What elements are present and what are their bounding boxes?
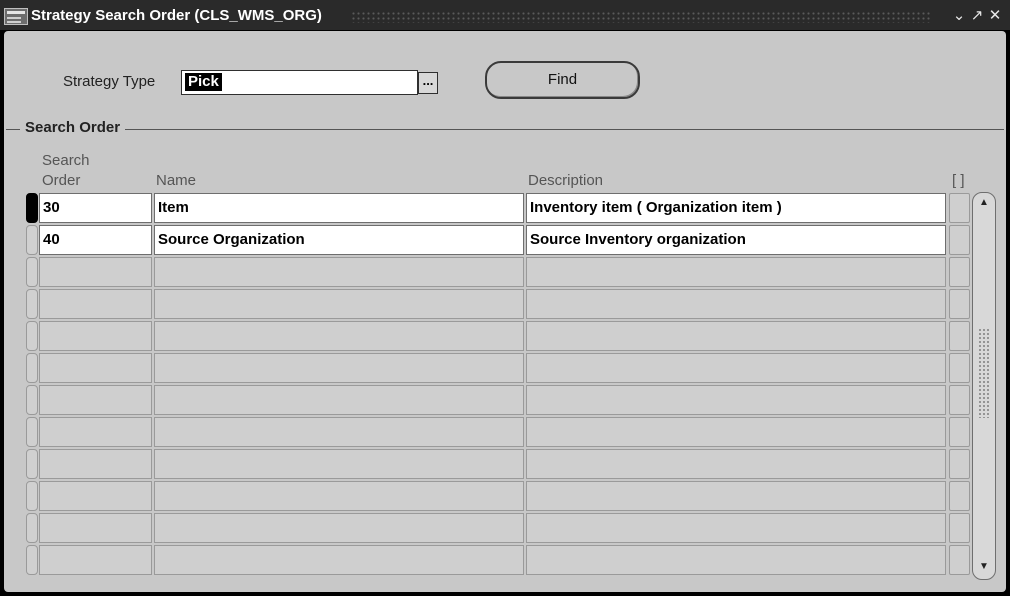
oracle-app-icon — [4, 8, 28, 25]
name-cell[interactable]: Item — [154, 193, 524, 223]
row-indicator[interactable] — [26, 289, 38, 319]
scroll-thumb[interactable] — [978, 328, 990, 418]
row-indicator[interactable] — [26, 449, 38, 479]
search-order-cell[interactable] — [39, 385, 152, 415]
vertical-scrollbar[interactable]: ▲ ▼ — [972, 192, 996, 580]
search-order-cell[interactable] — [39, 321, 152, 351]
table-row: 30 Item Inventory item ( Organization it… — [4, 193, 1006, 223]
title-bar[interactable]: Strategy Search Order (CLS_WMS_ORG) ⌄ ↗ … — [0, 0, 1010, 30]
flexfield-cell[interactable] — [949, 449, 970, 479]
strategy-search-order-window: Strategy Search Order (CLS_WMS_ORG) ⌄ ↗ … — [0, 0, 1010, 596]
row-indicator[interactable] — [26, 225, 38, 255]
find-button[interactable]: Find — [485, 61, 640, 99]
description-cell[interactable] — [526, 449, 946, 479]
search-order-group-title: Search Order — [20, 119, 126, 136]
window-title: Strategy Search Order (CLS_WMS_ORG) — [31, 7, 322, 24]
flexfield-cell[interactable] — [949, 513, 970, 543]
maximize-icon[interactable]: ↗ — [970, 8, 984, 23]
row-indicator[interactable] — [26, 417, 38, 447]
description-cell[interactable] — [526, 289, 946, 319]
table-row — [4, 353, 1006, 383]
name-cell[interactable] — [154, 417, 524, 447]
table-row — [4, 257, 1006, 287]
name-cell[interactable] — [154, 321, 524, 351]
search-order-cell[interactable] — [39, 513, 152, 543]
name-cell[interactable] — [154, 481, 524, 511]
table-row: 40 Source Organization Source Inventory … — [4, 225, 1006, 255]
name-cell[interactable] — [154, 513, 524, 543]
flexfield-cell[interactable] — [949, 257, 970, 287]
name-cell[interactable] — [154, 545, 524, 575]
search-order-cell[interactable]: 40 — [39, 225, 152, 255]
description-cell[interactable] — [526, 481, 946, 511]
search-order-cell[interactable] — [39, 545, 152, 575]
row-indicator[interactable] — [26, 385, 38, 415]
col-header-name: Name — [156, 172, 197, 189]
strategy-type-label: Strategy Type — [63, 73, 156, 90]
table-row — [4, 321, 1006, 351]
arrow-down-icon[interactable]: ▼ — [977, 560, 991, 574]
table-row — [4, 545, 1006, 575]
table-row — [4, 417, 1006, 447]
flexfield-cell[interactable] — [949, 545, 970, 575]
name-cell[interactable] — [154, 385, 524, 415]
form-content: Strategy Type Pick ... Find Search Order… — [4, 31, 1006, 592]
arrow-up-icon[interactable]: ▲ — [977, 196, 991, 210]
row-indicator[interactable] — [26, 321, 38, 351]
search-order-cell[interactable] — [39, 449, 152, 479]
name-cell[interactable] — [154, 449, 524, 479]
description-cell[interactable] — [526, 385, 946, 415]
table-row — [4, 513, 1006, 543]
description-cell[interactable] — [526, 417, 946, 447]
flexfield-cell[interactable] — [949, 481, 970, 511]
flexfield-cell[interactable] — [949, 385, 970, 415]
description-cell[interactable] — [526, 545, 946, 575]
search-order-cell[interactable] — [39, 417, 152, 447]
description-cell[interactable] — [526, 353, 946, 383]
col-header-flexfield[interactable]: [ ] — [952, 172, 965, 190]
search-order-cell[interactable] — [39, 289, 152, 319]
search-order-cell[interactable] — [39, 257, 152, 287]
table-row — [4, 289, 1006, 319]
search-order-cell[interactable] — [39, 481, 152, 511]
row-indicator[interactable] — [26, 481, 38, 511]
description-cell[interactable] — [526, 257, 946, 287]
flexfield-cell[interactable] — [949, 353, 970, 383]
strategy-type-field[interactable]: Pick — [181, 70, 418, 95]
flexfield-cell[interactable] — [949, 321, 970, 351]
description-cell[interactable] — [526, 513, 946, 543]
minimize-icon[interactable]: ⌄ — [952, 8, 966, 23]
flexfield-cell[interactable] — [949, 193, 970, 223]
name-cell[interactable] — [154, 353, 524, 383]
flexfield-cell[interactable] — [949, 417, 970, 447]
row-indicator[interactable] — [26, 513, 38, 543]
search-order-cell[interactable] — [39, 353, 152, 383]
flexfield-cell[interactable] — [949, 289, 970, 319]
description-cell[interactable]: Source Inventory organization — [526, 225, 946, 255]
table-row — [4, 385, 1006, 415]
name-cell[interactable]: Source Organization — [154, 225, 524, 255]
list-of-values-button[interactable]: ... — [418, 72, 438, 94]
col-header-search-order-line2: Order — [42, 172, 81, 189]
description-cell[interactable] — [526, 321, 946, 351]
table-row — [4, 481, 1006, 511]
title-bar-texture — [351, 11, 931, 23]
table-row — [4, 449, 1006, 479]
close-icon[interactable]: ✕ — [988, 8, 1002, 23]
strategy-type-value[interactable]: Pick — [185, 73, 222, 91]
col-header-description: Description — [528, 172, 604, 189]
row-indicator[interactable] — [26, 545, 38, 575]
col-header-search-order-line1: Search — [42, 152, 90, 169]
name-cell[interactable] — [154, 257, 524, 287]
flexfield-cell[interactable] — [949, 225, 970, 255]
row-indicator[interactable] — [26, 257, 38, 287]
name-cell[interactable] — [154, 289, 524, 319]
group-divider — [6, 129, 1004, 130]
description-cell[interactable]: Inventory item ( Organization item ) — [526, 193, 946, 223]
row-indicator[interactable] — [26, 193, 38, 223]
row-indicator[interactable] — [26, 353, 38, 383]
search-order-cell[interactable]: 30 — [39, 193, 152, 223]
